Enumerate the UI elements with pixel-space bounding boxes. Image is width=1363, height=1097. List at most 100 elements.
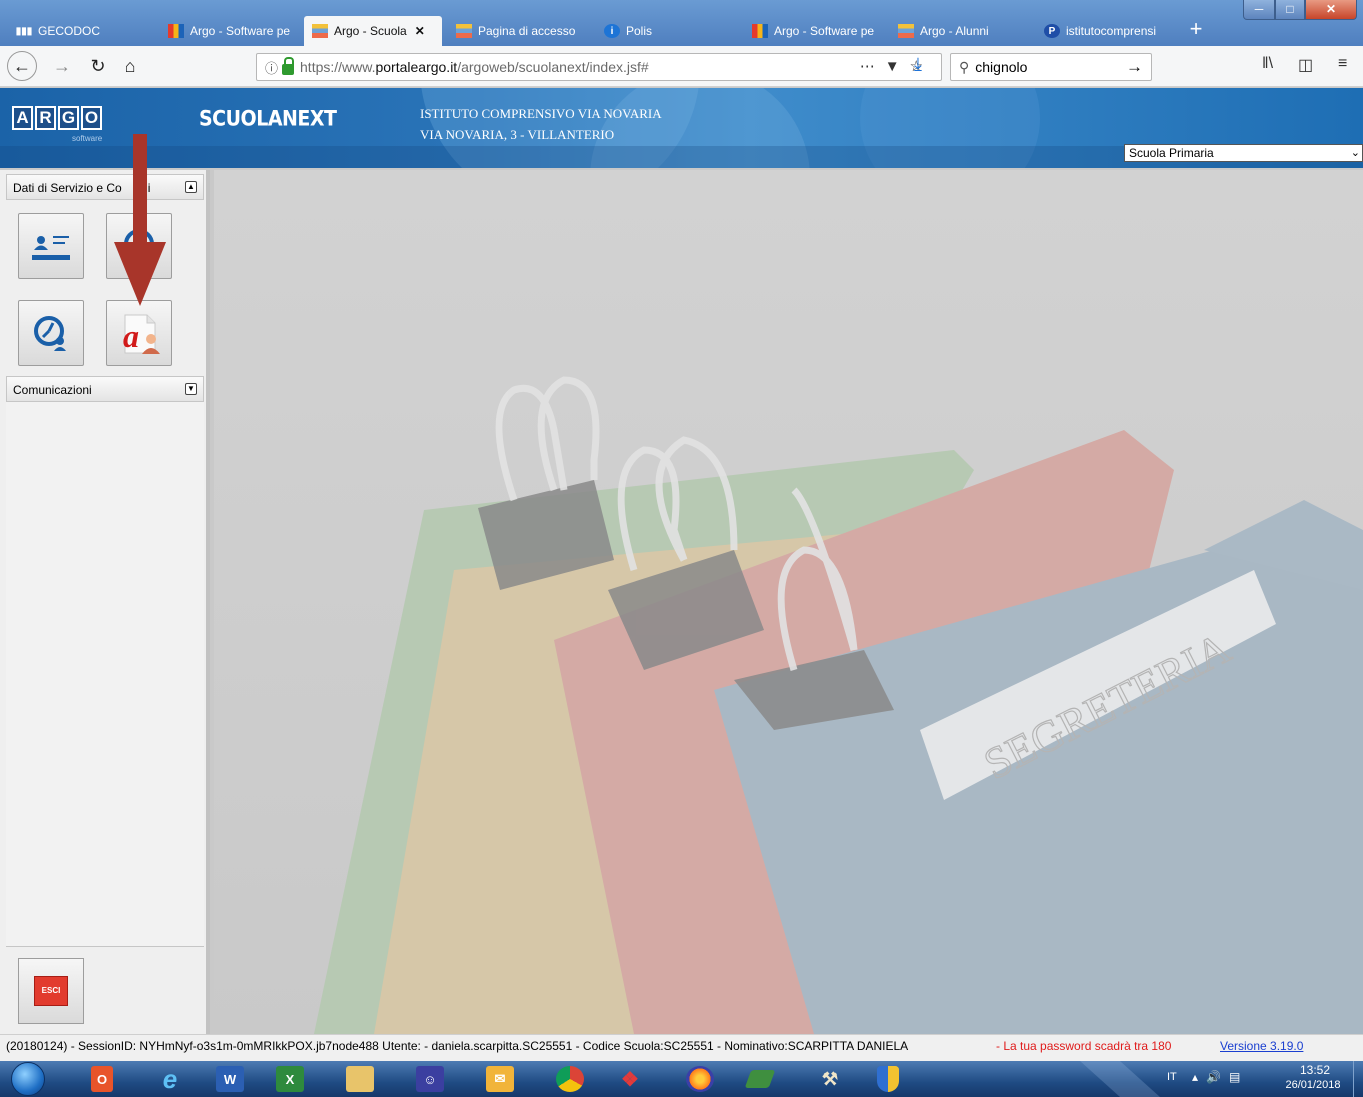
mail-icon: ✉ bbox=[486, 1066, 514, 1092]
browser-tab-strip: ▮▮▮ GECODOC Argo - Software pe Argo - Sc… bbox=[0, 0, 1363, 46]
presenze-button[interactable] bbox=[18, 300, 84, 366]
tool-app-taskbar-button[interactable]: ⚒ bbox=[806, 1063, 854, 1095]
tab-label: Pagina di accesso bbox=[478, 24, 576, 38]
id-card-icon bbox=[32, 236, 70, 260]
close-window-button[interactable]: ✕ bbox=[1305, 0, 1357, 20]
info-icon: i bbox=[604, 24, 620, 38]
logo-letter: G bbox=[58, 106, 79, 130]
search-input[interactable]: chignolo bbox=[975, 59, 1027, 75]
folders-background-image: SEGRETERIA bbox=[214, 170, 1363, 1034]
outlook-taskbar-button[interactable]: ✉ bbox=[476, 1063, 524, 1095]
money-app-taskbar-button[interactable] bbox=[736, 1063, 784, 1095]
office-taskbar-button[interactable]: O bbox=[78, 1063, 126, 1095]
tray-expand-icon[interactable]: ▴ bbox=[1192, 1070, 1206, 1084]
search-go-icon[interactable]: → bbox=[1126, 57, 1143, 77]
argo-icon bbox=[752, 24, 768, 38]
explorer-taskbar-button[interactable] bbox=[336, 1063, 384, 1095]
network-tray-icon[interactable]: ▤ bbox=[1229, 1070, 1248, 1084]
download-icon[interactable]: ⤓ bbox=[914, 54, 922, 75]
url-path: /argoweb/scuolanext/index.jsf# bbox=[457, 59, 649, 75]
site-info-icon[interactable]: ⓘ bbox=[265, 58, 278, 77]
svg-text:a: a bbox=[123, 318, 139, 354]
users-app-taskbar-button[interactable]: ☺ bbox=[406, 1063, 454, 1095]
back-icon[interactable]: ← bbox=[7, 51, 37, 81]
expand-icon[interactable]: ▼ bbox=[185, 383, 197, 395]
tab-label: istitutocomprensi bbox=[1066, 24, 1157, 38]
network-app-taskbar-button[interactable]: ❖ bbox=[606, 1063, 654, 1095]
tab-label: Argo - Software pe bbox=[774, 24, 875, 38]
minimize-button[interactable]: ─ bbox=[1243, 0, 1275, 20]
maximize-button[interactable]: □ bbox=[1275, 0, 1305, 20]
clock-time[interactable]: 13:52 bbox=[1284, 1063, 1346, 1077]
sidebar-toggle-icon[interactable]: ◫ bbox=[1298, 55, 1313, 75]
word-taskbar-button[interactable]: W bbox=[206, 1063, 254, 1095]
argo-bars-icon bbox=[898, 24, 914, 38]
volume-icon[interactable]: 🔊 bbox=[1206, 1070, 1229, 1084]
tab-argo-scuola[interactable]: Argo - Scuola ✕ bbox=[304, 16, 442, 46]
url-host: portaleargo.it bbox=[375, 59, 458, 75]
tab-argo-alunni[interactable]: Argo - Alunni bbox=[890, 16, 1028, 46]
firefox-taskbar-button[interactable] bbox=[676, 1063, 724, 1095]
argo-bars-icon bbox=[456, 24, 472, 38]
exit-tile[interactable]: ESCI bbox=[18, 958, 84, 1024]
close-tab-icon[interactable]: ✕ bbox=[415, 24, 425, 38]
pocket-icon[interactable]: ▼ bbox=[885, 58, 910, 75]
status-bar: (20180124) - SessionID: NYHmNyf-o3s1m-0m… bbox=[0, 1034, 1363, 1061]
argo-icon bbox=[168, 24, 184, 38]
tab-istituto[interactable]: P istitutocomprensi bbox=[1036, 16, 1176, 46]
tab-label: Polis bbox=[626, 24, 653, 38]
chrome-taskbar-button[interactable] bbox=[546, 1063, 594, 1095]
language-indicator[interactable]: IT bbox=[1167, 1071, 1177, 1083]
sidebar: Dati di Servizio e Cobili ▲ bbox=[0, 134, 210, 1034]
panel-title: Comunicazioni bbox=[13, 383, 92, 397]
network-icon: ❖ bbox=[621, 1068, 639, 1091]
tab-pagina-accesso[interactable]: Pagina di accesso bbox=[448, 16, 588, 46]
tab-label: Argo - Scuola bbox=[334, 24, 407, 38]
main-content: SEGRETERIA bbox=[214, 170, 1363, 1034]
ie-taskbar-button[interactable]: e bbox=[146, 1063, 194, 1095]
folder-icon bbox=[346, 1066, 374, 1092]
excel-icon: X bbox=[276, 1066, 304, 1092]
home-icon[interactable]: ⌂ bbox=[116, 52, 144, 80]
security-taskbar-button[interactable] bbox=[864, 1063, 912, 1095]
password-expiry-warning: - La tua password scadrà tra 180 bbox=[996, 1039, 1172, 1053]
anagrafe-personale-button[interactable] bbox=[18, 213, 84, 279]
school-name: ISTITUTO COMPRENSIVO VIA NOVARIA bbox=[420, 106, 662, 121]
logo-letter: O bbox=[81, 106, 102, 130]
comunicazioni-panel bbox=[6, 402, 204, 946]
menu-icon[interactable]: ≡ bbox=[1338, 55, 1347, 73]
tab-argo-software-2[interactable]: Argo - Software pe bbox=[744, 16, 882, 46]
word-icon: W bbox=[216, 1066, 244, 1092]
p-icon: P bbox=[1044, 24, 1060, 38]
argo-logo: A R G O bbox=[12, 106, 102, 130]
tab-polis[interactable]: i Polis bbox=[596, 16, 736, 46]
acrobat-document-icon: a bbox=[123, 314, 160, 354]
new-tab-button[interactable]: + bbox=[1182, 16, 1210, 44]
collapse-icon[interactable]: ▲ bbox=[185, 181, 197, 193]
clock-date[interactable]: 26/01/2018 bbox=[1280, 1079, 1346, 1091]
banknote-icon bbox=[744, 1070, 776, 1088]
exit-button[interactable]: ESCI bbox=[34, 976, 68, 1006]
tray-icons[interactable]: ▴🔊▤ bbox=[1192, 1070, 1248, 1084]
search-bar[interactable]: ⚲ chignolo → bbox=[950, 53, 1152, 81]
start-button[interactable] bbox=[11, 1062, 45, 1096]
argo-bars-icon bbox=[312, 24, 328, 38]
panel-header-comunicazioni[interactable]: Comunicazioni ▼ bbox=[6, 376, 204, 402]
url-bar[interactable]: ⓘ https://www. portaleargo.it/argoweb/scu… bbox=[256, 53, 942, 81]
excel-taskbar-button[interactable]: X bbox=[266, 1063, 314, 1095]
page-actions[interactable]: ⋯▼☆ bbox=[860, 57, 933, 75]
library-icon[interactable]: ‖\ bbox=[1262, 55, 1273, 73]
tab-argo-software[interactable]: Argo - Software pe bbox=[160, 16, 294, 46]
school-type-select[interactable]: Scuola Primaria ⌄ bbox=[1124, 144, 1363, 162]
lock-icon bbox=[282, 56, 295, 75]
logo-letter: R bbox=[35, 106, 56, 130]
tab-gecodoc[interactable]: ▮▮▮ GECODOC bbox=[8, 16, 158, 46]
version-link[interactable]: Versione 3.19.0 bbox=[1220, 1039, 1303, 1053]
logo-subtitle: software bbox=[72, 134, 103, 143]
more-icon[interactable]: ⋯ bbox=[860, 58, 885, 75]
panel-header-dati-servizio[interactable]: Dati di Servizio e Cobili ▲ bbox=[6, 174, 204, 200]
reload-icon[interactable]: ↻ bbox=[84, 52, 112, 80]
forward-icon[interactable]: → bbox=[48, 52, 76, 80]
taskbar-gloss bbox=[1080, 1061, 1160, 1097]
show-desktop-button[interactable] bbox=[1353, 1061, 1363, 1097]
